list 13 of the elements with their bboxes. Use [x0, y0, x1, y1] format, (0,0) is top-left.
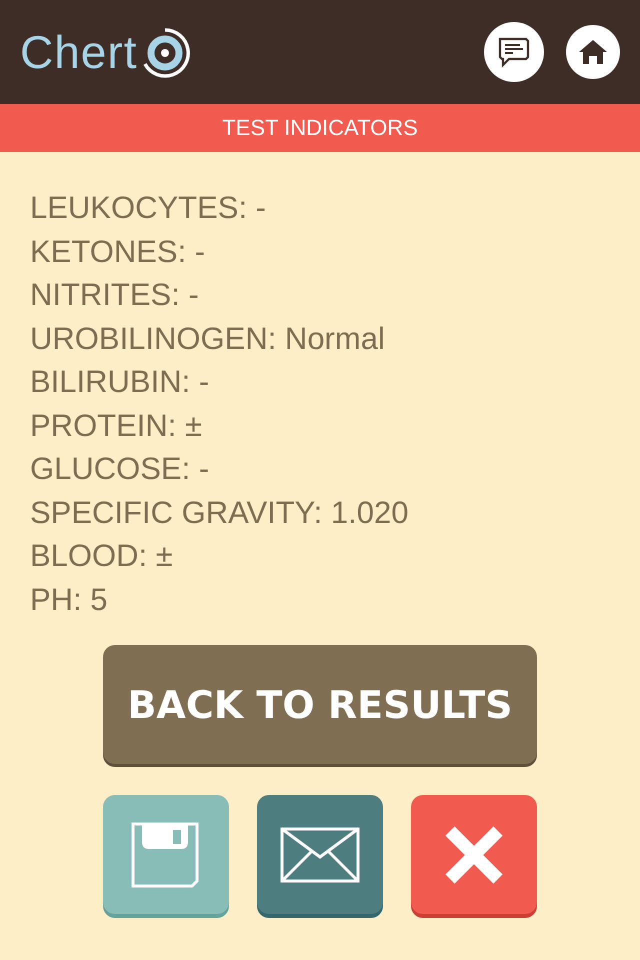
app-logo: Chert [20, 25, 138, 79]
indicator-text: NITRITES: - [30, 276, 200, 314]
indicator-text: GLUCOSE: - [30, 450, 210, 488]
indicator-text: BILIRUBIN: - [30, 363, 210, 401]
indicator-text: PH: 5 [30, 580, 109, 618]
indicator-text: KETONES: - [30, 232, 206, 270]
indicator-text: LEUKOCYTES: - [30, 189, 267, 227]
back-to-results-button[interactable]: BACK TO RESULTS [103, 645, 537, 764]
indicator-text: BLOOD: ± [30, 537, 174, 575]
section-title: TEST INDICATORS [222, 115, 418, 141]
indicator-text: PROTEIN: ± [30, 406, 204, 444]
indicator-text: SPECIFIC GRAVITY: 1.020 [30, 494, 410, 532]
indicator-text: UROBILINOGEN: Normal [30, 320, 386, 358]
